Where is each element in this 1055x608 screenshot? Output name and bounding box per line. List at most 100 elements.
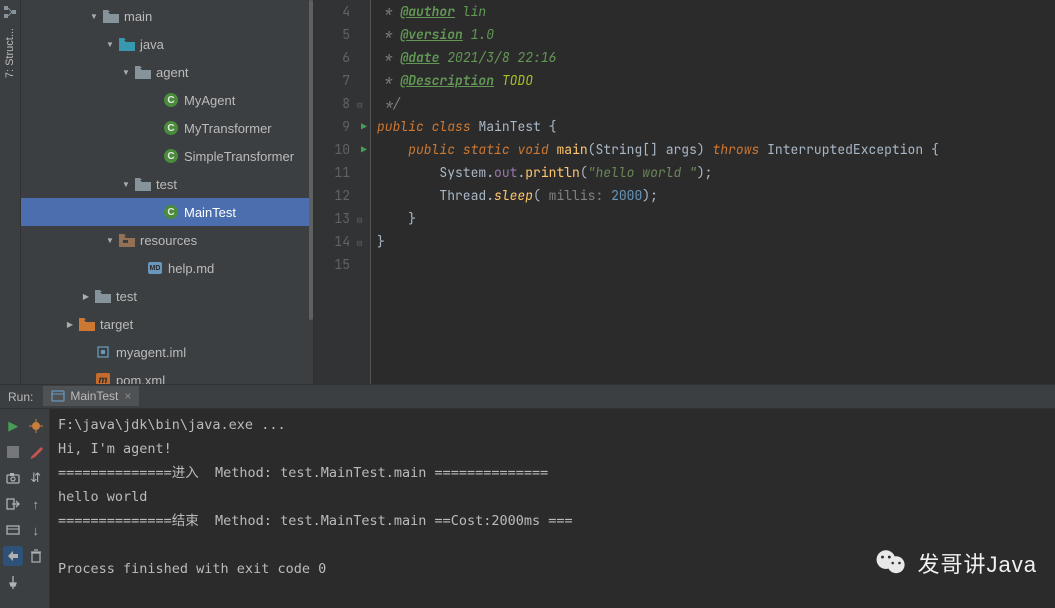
tree-item-resources[interactable]: ▼resources (21, 226, 313, 254)
application-icon (51, 389, 65, 403)
gutter-line[interactable]: 13 ⊟ (314, 207, 370, 230)
dump-button[interactable] (3, 520, 23, 540)
edit-config-button[interactable] (26, 442, 46, 462)
line-number: 4 (342, 3, 350, 20)
layout-button[interactable]: ⇵ (26, 468, 46, 488)
debug-button[interactable] (26, 416, 46, 436)
tree-item-help-md[interactable]: MD help.md (21, 254, 313, 282)
gutter-line[interactable]: 9▶ (314, 115, 370, 138)
tree-arrow-icon[interactable]: ▶ (65, 320, 75, 329)
tree-arrow-icon[interactable]: ▼ (121, 68, 131, 77)
folder-icon (119, 234, 135, 247)
gutter-line[interactable]: 6 (314, 46, 370, 69)
tree-label: MyTransformer (184, 121, 272, 136)
tree-arrow-icon[interactable]: ▼ (105, 40, 115, 49)
tree-arrow-icon[interactable]: ▼ (105, 236, 115, 245)
gutter-line[interactable]: 7 (314, 69, 370, 92)
tree-item-myagent[interactable]: CMyAgent (21, 86, 313, 114)
fold-icon[interactable]: ⊟ (357, 99, 367, 109)
folder-icon (119, 38, 135, 51)
gutter-line[interactable]: 11 (314, 161, 370, 184)
maven-icon: m (96, 373, 110, 384)
tree-arrow-icon[interactable]: ▼ (121, 180, 131, 189)
line-number: 9 (342, 118, 350, 135)
tree-item-myagent-iml[interactable]: myagent.iml (21, 338, 313, 366)
trash-button[interactable] (26, 546, 46, 566)
close-icon[interactable]: × (124, 389, 131, 403)
tree-label: java (140, 37, 164, 52)
stop-button[interactable] (3, 442, 23, 462)
class-icon: C (164, 149, 178, 163)
line-number: 15 (334, 256, 350, 273)
camera-button[interactable] (3, 468, 23, 488)
tree-label: MainTest (184, 205, 236, 220)
line-number: 8 (342, 95, 350, 112)
gutter-line[interactable]: 15 (314, 253, 370, 276)
line-number: 10 (334, 141, 350, 158)
structure-tab[interactable]: 7: Struct... (2, 20, 18, 86)
scrollbar-thumb[interactable] (309, 0, 313, 320)
gutter-line[interactable]: 5 (314, 23, 370, 46)
line-number: 5 (342, 26, 350, 43)
gutter-line[interactable]: 4 (314, 0, 370, 23)
tree-label: test (156, 177, 177, 192)
tree-arrow-icon[interactable]: ▼ (89, 12, 99, 21)
exit-button[interactable] (3, 494, 23, 514)
tree-label: test (116, 289, 137, 304)
class-icon: C (164, 205, 178, 219)
tree-item-mytransformer[interactable]: C MyTransformer (21, 114, 313, 142)
tree-label: main (124, 9, 152, 24)
gutter-line[interactable]: 12 (314, 184, 370, 207)
tree-item-test[interactable]: ▶ test (21, 282, 313, 310)
gutter: 45678⊟9▶10▶111213⊟14⊟15 (314, 0, 370, 384)
tree-label: pom.xml (116, 373, 165, 385)
tree-item-test[interactable]: ▼ test (21, 170, 313, 198)
tree-item-java[interactable]: ▼ java (21, 30, 313, 58)
gutter-line[interactable]: 14⊟ (314, 230, 370, 253)
tree-label: MyAgent (184, 93, 235, 108)
line-number: 11 (334, 164, 350, 181)
line-number: 7 (342, 72, 350, 89)
markdown-icon: MD (148, 262, 162, 274)
pin-button[interactable] (3, 572, 23, 592)
soft-wrap-button[interactable] (3, 546, 23, 566)
tree-item-main[interactable]: ▼ main (21, 2, 313, 30)
line-number: 6 (342, 49, 350, 66)
tree-label: SimpleTransformer (184, 149, 294, 164)
gutter-line[interactable]: 8⊟ (314, 92, 370, 115)
tree-label: agent (156, 65, 189, 80)
class-icon: C (164, 121, 178, 135)
up-button[interactable]: ↑ (26, 494, 46, 514)
rerun-button[interactable]: ▶ (3, 416, 23, 436)
run-tab[interactable]: MainTest × (43, 386, 139, 408)
run-gutter-icon[interactable]: ▶ (361, 120, 367, 133)
editor[interactable]: 45678⊟9▶10▶111213⊟14⊟15 * @author lin * … (314, 0, 1055, 384)
run-toolbar: ▶ ⇵ ↑ ↓ (0, 409, 50, 608)
fold-icon[interactable]: ⊟ (357, 237, 367, 247)
down-button[interactable]: ↓ (26, 520, 46, 540)
tree-label: help.md (168, 261, 214, 276)
run-label: Run: (0, 390, 41, 404)
tree-label: target (100, 317, 133, 332)
tree-item-maintest[interactable]: C MainTest (21, 198, 313, 226)
gutter-line[interactable]: 10 ▶ (314, 138, 370, 161)
tree-item-target[interactable]: ▶ target (21, 310, 313, 338)
structure-icon (2, 4, 18, 20)
folder-icon (135, 66, 151, 79)
run-gutter-icon[interactable]: ▶ (361, 143, 367, 156)
folder-icon (103, 10, 119, 23)
tree-item-pom-xml[interactable]: m pom.xml (21, 366, 313, 384)
project-tree[interactable]: ▼main▼java▼agentCMyAgentCMyTransformerCS… (21, 0, 314, 384)
code-area[interactable]: * @author lin * @version 1.0 * @date 202… (370, 0, 1055, 384)
tree-item-simpletransformer[interactable]: C SimpleTransformer (21, 142, 313, 170)
fold-icon[interactable]: ⊟ (357, 214, 367, 224)
line-number: 13 (334, 210, 350, 227)
iml-icon (96, 345, 110, 359)
left-toolbar: 7: Struct... (0, 0, 21, 384)
run-header: Run: MainTest × (0, 385, 1055, 409)
tree-item-agent[interactable]: ▼ agent (21, 58, 313, 86)
folder-icon (79, 318, 95, 331)
tree-arrow-icon[interactable]: ▶ (81, 292, 91, 301)
folder-icon (95, 290, 111, 303)
watermark-text: 发哥讲Java (918, 547, 1037, 579)
